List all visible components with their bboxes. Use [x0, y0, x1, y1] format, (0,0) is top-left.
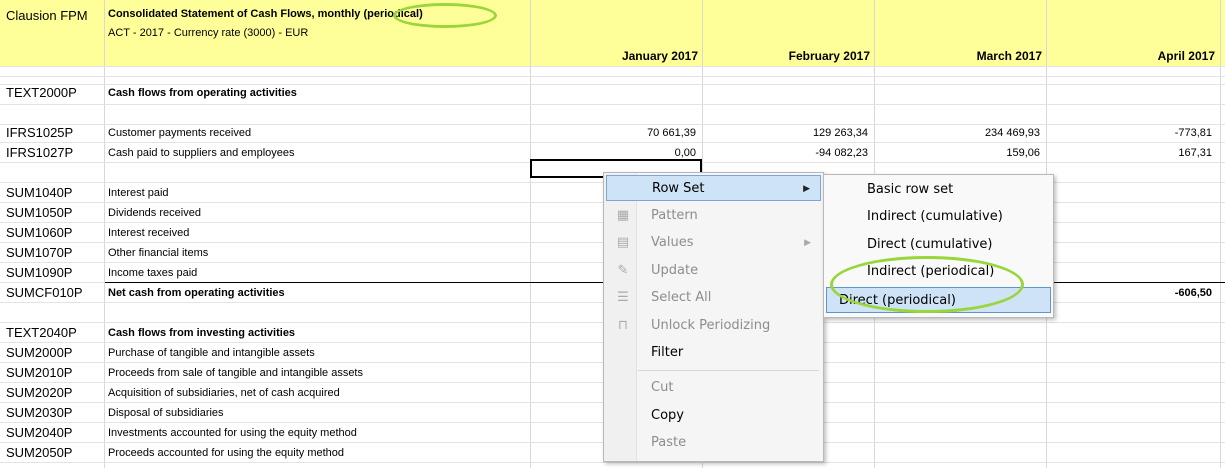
row-code[interactable]: SUM2020P: [6, 385, 72, 400]
value-cell[interactable]: -94 082,23: [702, 147, 868, 159]
value-cell[interactable]: 234 469,93: [874, 127, 1040, 139]
row-label[interactable]: Investments accounted for using the equi…: [108, 427, 357, 439]
row-label[interactable]: Proceeds accounted for using the equity …: [108, 447, 344, 459]
submenu-item-label: Basic row set: [867, 182, 954, 197]
row-code[interactable]: SUM2040P: [6, 425, 72, 440]
submenu-arrow-icon: ▶: [804, 238, 811, 248]
row-code[interactable]: IFRS1027P: [6, 145, 73, 160]
grid-line: [0, 84, 1225, 85]
menu-item-label: Copy: [651, 408, 684, 423]
submenu-item-label: Indirect (cumulative): [867, 209, 1003, 224]
app-name: Clausion FPM: [6, 8, 88, 23]
grid-line: [0, 124, 1225, 125]
submenu-item-basic-row-set[interactable]: Basic row set: [826, 177, 1051, 203]
row-code[interactable]: SUM2000P: [6, 345, 72, 360]
column-header-feb[interactable]: February 2017: [702, 49, 870, 63]
row-label[interactable]: Cash paid to suppliers and employees: [108, 147, 295, 159]
menu-item-label: Select All: [651, 290, 712, 305]
menu-item-update[interactable]: ✎ Update: [606, 258, 821, 284]
row-label[interactable]: Purchase of tangible and intangible asse…: [108, 347, 315, 359]
row-code[interactable]: IFRS1025P: [6, 125, 73, 140]
value-cell[interactable]: 167,31: [1046, 147, 1212, 159]
menu-item-values[interactable]: ▤ Values ▶: [606, 230, 821, 256]
value-cell[interactable]: 159,06: [874, 147, 1040, 159]
values-icon: ▤: [616, 235, 630, 250]
pattern-icon: ▦: [616, 208, 630, 223]
row-label[interactable]: Interest received: [108, 227, 189, 239]
highlight-ellipse: [830, 256, 1024, 313]
report-subtitle: ACT - 2017 - Currency rate (3000) - EUR: [108, 27, 309, 39]
menu-item-pattern[interactable]: ▦ Pattern: [606, 203, 821, 229]
column-header-apr[interactable]: April 2017: [1046, 49, 1215, 63]
menu-item-paste[interactable]: Paste: [606, 430, 821, 456]
menu-item-filter[interactable]: Filter: [606, 340, 821, 366]
submenu-item-label: Direct (cumulative): [867, 237, 993, 252]
row-code[interactable]: SUM1070P: [6, 245, 72, 260]
menu-item-label: Cut: [651, 380, 674, 395]
menu-item-label: Row Set: [652, 181, 705, 196]
grid-line: [0, 104, 1225, 105]
row-code[interactable]: SUM2030P: [6, 405, 72, 420]
menu-item-copy[interactable]: Copy: [606, 403, 821, 429]
grid-line: [0, 142, 1225, 143]
submenu-arrow-icon: ▶: [803, 184, 810, 194]
grid-line: [104, 0, 105, 468]
row-code[interactable]: TEXT2000P: [6, 85, 77, 100]
row-label[interactable]: Cash flows from investing activities: [108, 327, 295, 339]
row-label[interactable]: Disposal of subsidiaries: [108, 407, 224, 419]
report-title: Consolidated Statement of Cash Flows, mo…: [108, 8, 423, 20]
row-label[interactable]: Acquisition of subsidiaries, net of cash…: [108, 387, 340, 399]
menu-item-label: Values: [651, 235, 694, 250]
row-code[interactable]: SUMCF010P: [6, 285, 83, 300]
value-cell[interactable]: -773,81: [1046, 127, 1212, 139]
row-label[interactable]: Cash flows from operating activities: [108, 87, 297, 99]
highlight-ellipse: [393, 3, 497, 28]
menu-item-label: Unlock Periodizing: [651, 318, 771, 333]
value-cell[interactable]: -606,50: [1046, 287, 1212, 299]
row-label[interactable]: Proceeds from sale of tangible and intan…: [108, 367, 363, 379]
menu-item-row-set[interactable]: Row Set ▶: [606, 175, 821, 201]
grid-line: [0, 76, 1225, 77]
menu-item-label: Pattern: [651, 208, 698, 223]
menu-separator: [638, 370, 819, 371]
select-all-icon: ☰: [617, 290, 629, 305]
unlock-icon: ⊓: [617, 318, 629, 333]
grid-line: [1220, 0, 1221, 468]
row-code[interactable]: SUM1050P: [6, 205, 72, 220]
menu-item-label: Paste: [651, 435, 687, 450]
grid-line: [0, 66, 1225, 67]
row-code[interactable]: SUM1090P: [6, 265, 72, 280]
menu-item-label: Filter: [651, 345, 684, 360]
row-label[interactable]: Other financial items: [108, 247, 208, 259]
update-icon: ✎: [617, 263, 629, 278]
row-code[interactable]: SUM1040P: [6, 185, 72, 200]
value-cell[interactable]: 129 263,34: [702, 127, 868, 139]
row-code[interactable]: TEXT2040P: [6, 325, 77, 340]
grid-line: [530, 0, 531, 468]
row-label[interactable]: Income taxes paid: [108, 267, 197, 279]
value-cell[interactable]: 70 661,39: [530, 127, 696, 139]
submenu-item-direct-cumulative[interactable]: Direct (cumulative): [826, 232, 1051, 258]
column-header-mar[interactable]: March 2017: [874, 49, 1042, 63]
row-code[interactable]: SUM2050P: [6, 445, 72, 460]
row-label[interactable]: Net cash from operating activities: [108, 287, 285, 299]
menu-item-label: Update: [651, 263, 699, 278]
row-code[interactable]: SUM2010P: [6, 365, 72, 380]
value-cell[interactable]: 0,00: [530, 147, 696, 159]
row-label[interactable]: Interest paid: [108, 187, 169, 199]
grid-line: [0, 462, 1225, 463]
menu-item-unlock-periodizing[interactable]: ⊓ Unlock Periodizing: [606, 313, 821, 339]
column-header-jan[interactable]: January 2017: [530, 49, 698, 63]
row-label[interactable]: Dividends received: [108, 207, 201, 219]
row-code[interactable]: SUM1060P: [6, 225, 72, 240]
menu-item-cut[interactable]: Cut: [606, 375, 821, 401]
row-label[interactable]: Customer payments received: [108, 127, 251, 139]
submenu-item-indirect-cumulative[interactable]: Indirect (cumulative): [826, 204, 1051, 230]
context-menu: Row Set ▶ ▦ Pattern ▤ Values ▶ ✎ Update …: [603, 172, 824, 462]
menu-item-select-all[interactable]: ☰ Select All: [606, 285, 821, 311]
